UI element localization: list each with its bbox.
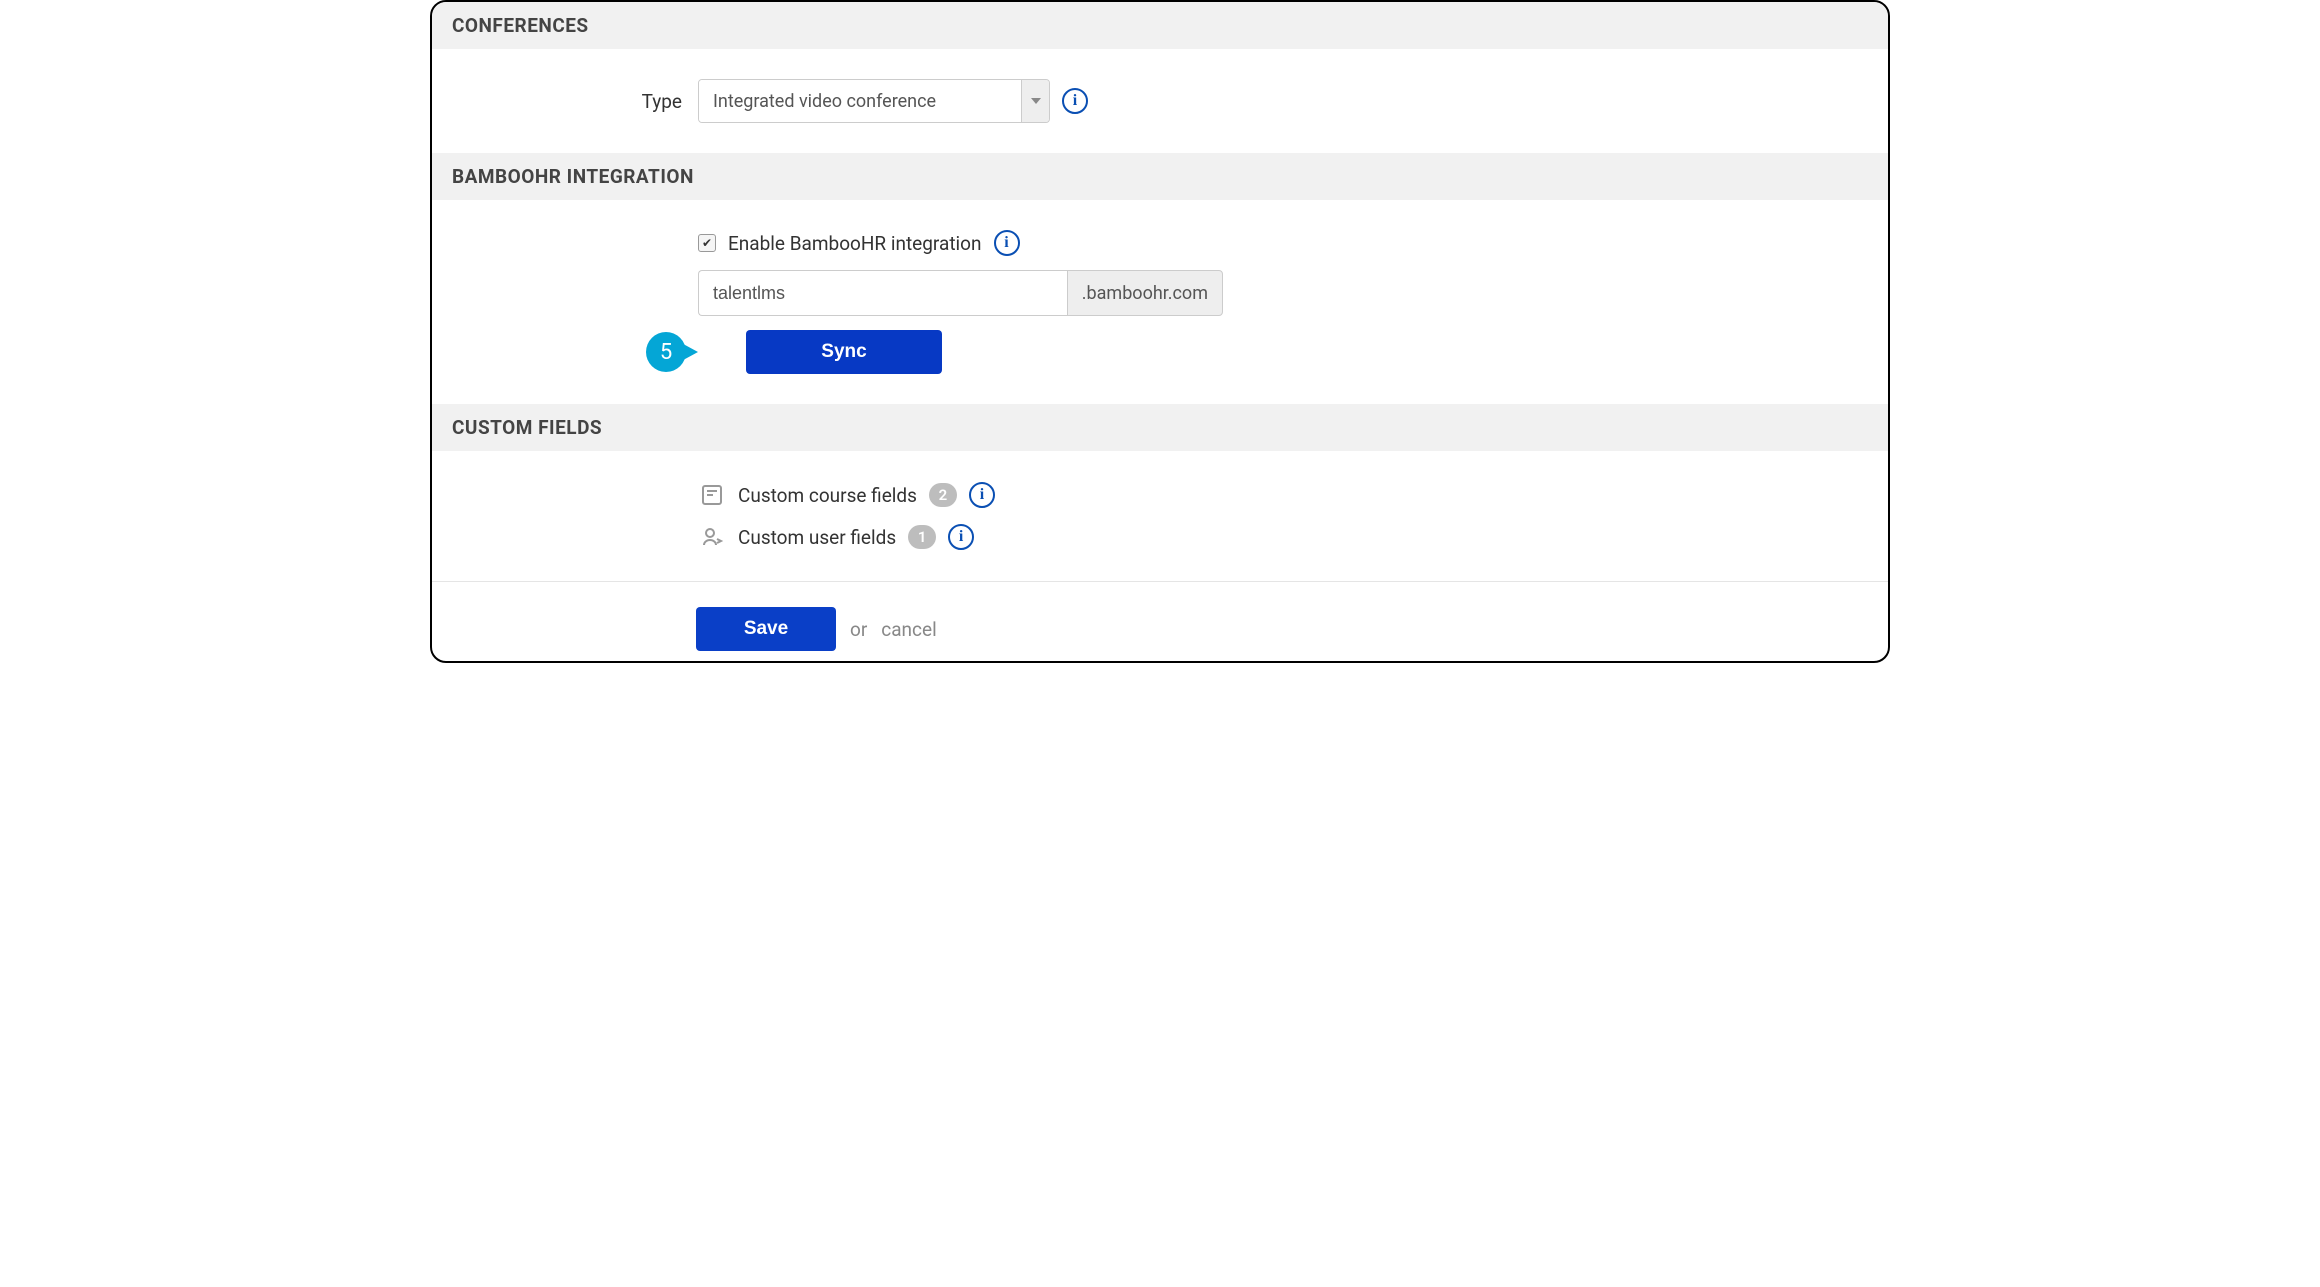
save-button[interactable]: Save xyxy=(696,607,836,651)
custom-user-fields-link[interactable]: Custom user fields xyxy=(738,526,896,549)
info-icon[interactable]: i xyxy=(1062,88,1088,114)
conference-type-select[interactable]: Integrated video conference xyxy=(698,79,1050,123)
info-icon[interactable]: i xyxy=(969,482,995,508)
bamboohr-title: BAMBOOHR INTEGRATION xyxy=(452,165,694,188)
info-icon[interactable]: i xyxy=(994,230,1020,256)
user-fields-count-badge: 1 xyxy=(908,525,936,549)
info-icon[interactable]: i xyxy=(948,524,974,550)
sync-button[interactable]: Sync xyxy=(746,330,942,374)
conferences-title: CONFERENCES xyxy=(452,14,589,37)
step-callout: 5 xyxy=(646,332,702,372)
conferences-section-header: CONFERENCES xyxy=(432,2,1888,49)
conference-type-value: Integrated video conference xyxy=(699,80,1021,122)
enable-bamboohr-label: Enable BambooHR integration xyxy=(728,232,982,255)
chevron-down-icon xyxy=(1021,80,1049,122)
step-callout-number: 5 xyxy=(646,332,686,372)
user-fields-icon xyxy=(698,523,726,551)
bamboohr-subdomain-input[interactable] xyxy=(698,270,1067,316)
custom-fields-title: CUSTOM FIELDS xyxy=(452,416,602,439)
cancel-link[interactable]: cancel xyxy=(881,618,936,641)
bamboohr-domain-suffix: .bamboohr.com xyxy=(1067,270,1223,316)
course-fields-count-badge: 2 xyxy=(929,483,957,507)
or-text: or xyxy=(850,618,867,641)
type-label: Type xyxy=(452,90,682,113)
course-fields-icon xyxy=(698,481,726,509)
custom-fields-section-header: CUSTOM FIELDS xyxy=(432,404,1888,451)
bamboohr-section-header: BAMBOOHR INTEGRATION xyxy=(432,153,1888,200)
custom-course-fields-link[interactable]: Custom course fields xyxy=(738,484,917,507)
enable-bamboohr-checkbox[interactable]: ✔ xyxy=(698,234,716,252)
